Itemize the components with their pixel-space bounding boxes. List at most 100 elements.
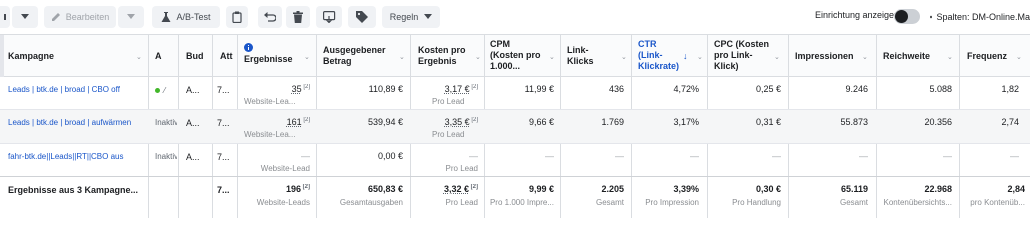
partial-left-button[interactable]	[0, 6, 10, 28]
footnote-icon: [2]	[301, 84, 310, 90]
campaign-name-link[interactable]: fahr-btk.de||Leads||RT||CBO aus	[8, 152, 146, 161]
table-row[interactable]: Leads | btk.de | broad | aufwärmen Inakt…	[0, 110, 1030, 143]
rules-button[interactable]: Regeln	[382, 6, 440, 28]
export-button[interactable]	[316, 6, 342, 28]
cost-per-result-type: Pro Lead	[432, 97, 465, 106]
sort-caret-icon[interactable]: ⌄	[1016, 54, 1024, 61]
column-header-bud[interactable]: Bud	[186, 51, 208, 62]
cost-value: 3,35 €	[444, 117, 470, 127]
spend-total-type: Gesamtausgaben	[339, 198, 403, 207]
sort-descending-icon[interactable]: ↓	[683, 52, 691, 61]
clipboard-icon	[232, 11, 242, 23]
sort-caret-icon[interactable]: ⌄	[549, 54, 557, 61]
campaign-name-link[interactable]: Leads | btk.de | broad | aufwärmen	[8, 118, 146, 127]
sort-caret-icon[interactable]: ⌄	[304, 54, 312, 61]
column-header-ctr[interactable]: CTR (Link- Klickrate)	[638, 39, 688, 72]
budget-cell: A...	[186, 85, 200, 95]
delivery-status: Inaktiv	[155, 152, 177, 161]
results-type: Website-Leads	[256, 198, 310, 207]
column-header-ausgegeben[interactable]: Ausgegebener Betrag	[323, 45, 403, 67]
column-header-att[interactable]: Att	[220, 51, 238, 62]
cost-per-result-type: Pro Lead	[445, 164, 478, 173]
cpc-cell: 0,31 €	[755, 117, 781, 127]
dropdown-button[interactable]	[12, 6, 38, 28]
ctr-cell: —	[690, 151, 699, 161]
column-header-cpm[interactable]: CPM (Kosten pro 1.000...	[490, 39, 552, 72]
results-total: 196 [2]	[240, 184, 310, 194]
header-line: CTR	[638, 39, 657, 49]
cpm-cell: 11,99 €	[524, 84, 554, 94]
cost-value: 3,17 €	[444, 84, 470, 94]
ab-test-button[interactable]: A/B-Test	[152, 6, 220, 28]
edit-button[interactable]: Bearbeiten	[44, 6, 116, 28]
column-header-kosten[interactable]: Kosten pro Ergebnis	[418, 45, 478, 67]
frequency-cell: —	[1010, 151, 1019, 161]
header-line: Klicks	[567, 56, 594, 66]
results-value: 161	[286, 117, 302, 127]
results-cell[interactable]: 161 [2]	[240, 117, 310, 127]
reach-cell: 5.088	[929, 84, 952, 94]
sort-caret-icon[interactable]: ⌄	[136, 54, 144, 61]
sort-caret-icon[interactable]: ⌄	[697, 54, 705, 61]
header-line: (Kosten pro	[490, 50, 541, 60]
impressions-cell: 9.246	[845, 84, 868, 94]
table-row[interactable]: fahr-btk.de||Leads||RT||CBO aus Inaktiv …	[0, 144, 1030, 176]
impressions-cell: 55.873	[840, 117, 868, 127]
column-header-frequenz[interactable]: Frequenz	[967, 51, 1017, 62]
columns-button[interactable]: Spalten: DM-Online.Ma	[930, 6, 1030, 28]
device-toggle[interactable]	[894, 9, 920, 24]
attribution-cell: 7...	[217, 185, 230, 195]
sort-caret-icon[interactable]: ⌄	[475, 54, 483, 61]
cost-per-result-cell[interactable]: 3,35 € [2]	[414, 117, 478, 127]
results-value: 35	[291, 84, 302, 94]
attribution-cell: 7...	[217, 85, 230, 95]
attribution-cell: 7...	[217, 152, 230, 162]
spend-cell: 110,89 €	[368, 84, 403, 94]
tag-button[interactable]	[348, 6, 376, 28]
column-header-kampagne[interactable]: Kampagne	[8, 51, 128, 62]
column-header-impressionen[interactable]: Impressionen	[795, 51, 865, 62]
column-header-reichweite[interactable]: Reichweite	[883, 51, 953, 62]
column-header-linkklicks[interactable]: Link- Klicks	[567, 45, 617, 67]
impressions-total: 65.119	[840, 184, 868, 194]
frequency-cell: 1,82	[1001, 84, 1019, 94]
flask-icon	[161, 11, 171, 22]
edit-dropdown-button[interactable]	[118, 6, 144, 28]
cpm-total: 9,99 €	[528, 184, 554, 194]
reach-total-type: Kontenübersichts...	[883, 198, 952, 207]
footnote-icon: [2]	[469, 84, 478, 90]
header-line: Betrag	[323, 56, 352, 66]
table-row[interactable]: Leads | btk.de | broad | CBO off ⁄ A... …	[0, 77, 1030, 109]
sort-caret-icon[interactable]: ⌄	[774, 54, 782, 61]
column-header-a[interactable]: A	[155, 51, 175, 62]
sort-caret-icon[interactable]: ⌄	[947, 54, 955, 61]
header-line: Klick)	[714, 61, 739, 71]
sort-caret-icon[interactable]: ⌄	[399, 54, 407, 61]
delete-button[interactable]	[286, 6, 310, 28]
cpm-cell: —	[545, 151, 554, 161]
results-value: 196	[285, 184, 301, 194]
clipboard-button[interactable]	[226, 6, 248, 28]
campaign-table: Kampagne ⌄ A Bud Att Ergebnisse ⌄ Ausgeg…	[0, 34, 1030, 218]
edit-label: Bearbeiten	[65, 12, 110, 22]
undo-button[interactable]	[258, 6, 282, 28]
sort-caret-icon[interactable]: ⌄	[862, 54, 870, 61]
chevron-down-icon	[424, 14, 433, 19]
export-icon	[322, 11, 335, 23]
cpc-total: 0,30 €	[755, 184, 781, 194]
select-all-cell[interactable]	[0, 35, 4, 77]
link-clicks-cell: 436	[608, 84, 624, 94]
undo-icon	[264, 12, 276, 22]
results-cell[interactable]: 35 [2]	[240, 84, 310, 94]
sort-caret-icon[interactable]: ⌄	[621, 54, 629, 61]
cost-value: 3,32 €	[443, 184, 469, 194]
totals-label: Ergebnisse aus 3 Kampagne...	[8, 185, 139, 195]
link-clicks-total-type: Gesamt	[595, 198, 624, 207]
toolbar: Bearbeiten A/B-Test Regeln Einrichtung a…	[0, 0, 1030, 34]
cost-per-result-cell[interactable]: 3,17 € [2]	[414, 84, 478, 94]
frequency-total: 2,84	[1007, 184, 1025, 194]
cost-per-result-total: 3,32 € [2]	[414, 184, 478, 194]
campaign-name-link[interactable]: Leads | btk.de | broad | CBO off	[8, 85, 146, 94]
header-line: (Link-	[638, 50, 663, 60]
cpc-cell: 0,25 €	[755, 84, 781, 94]
